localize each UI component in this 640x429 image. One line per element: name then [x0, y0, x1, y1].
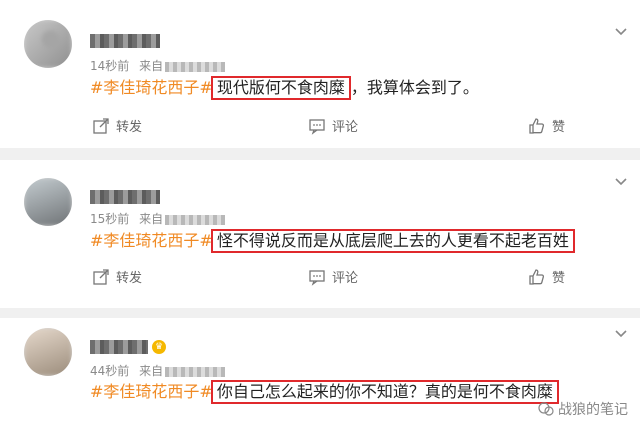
- action-bar: 转发 评论 赞: [0, 116, 640, 136]
- highlighted-text: 现代版何不食肉糜: [210, 76, 351, 100]
- comment-icon: [309, 118, 325, 135]
- post-meta: 15秒前 来自: [90, 210, 226, 227]
- post-time: 44秒前: [90, 364, 130, 378]
- username-redacted[interactable]: [90, 190, 160, 204]
- thumbs-up-icon: [529, 117, 545, 134]
- avatar[interactable]: [24, 20, 72, 68]
- comment-label: 评论: [332, 271, 359, 286]
- username-redacted[interactable]: [90, 340, 148, 354]
- forward-button[interactable]: 转发: [92, 116, 142, 135]
- post-source: 来自: [139, 212, 164, 226]
- source-redacted: [165, 61, 226, 72]
- chevron-down-icon[interactable]: [612, 324, 630, 342]
- forward-label: 转发: [116, 120, 143, 135]
- source-redacted: [165, 214, 226, 225]
- watermark: 战狼的笔记: [538, 399, 628, 419]
- post-time: 14秒前: [90, 59, 130, 73]
- like-label: 赞: [552, 271, 566, 286]
- like-button[interactable]: 赞: [528, 116, 565, 135]
- comment-button[interactable]: 评论: [308, 116, 358, 135]
- comment-text: #李佳琦花西子# 你自己怎么起来的你不知道？真的是何不食肉糜: [90, 380, 559, 404]
- highlighted-text: 怪不得说反而是从底层爬上去的人更看不起老百姓: [210, 229, 575, 253]
- thumbs-up-icon: [529, 268, 545, 285]
- wechat-icon: [538, 402, 554, 416]
- post-source: 来自: [139, 59, 164, 73]
- like-label: 赞: [552, 120, 566, 135]
- post-meta: 14秒前 来自: [90, 57, 226, 74]
- post-meta: 44秒前 来自: [90, 362, 226, 379]
- topic-tag[interactable]: #李佳琦花西子#: [90, 231, 213, 250]
- chevron-down-icon[interactable]: [612, 172, 630, 190]
- action-bar: 转发 评论 赞: [0, 267, 640, 287]
- comment-rest: ，我算体会到了。: [350, 78, 479, 97]
- share-icon: [93, 268, 109, 285]
- share-icon: [93, 117, 109, 134]
- comment-text: #李佳琦花西子# 怪不得说反而是从底层爬上去的人更看不起老百姓: [90, 229, 575, 253]
- chevron-down-icon[interactable]: [612, 22, 630, 40]
- avatar[interactable]: [24, 178, 72, 226]
- username-redacted[interactable]: [90, 34, 160, 48]
- comment-text: #李佳琦花西子# 现代版何不食肉糜 ，我算体会到了。: [90, 76, 479, 100]
- highlighted-text: 你自己怎么起来的你不知道？真的是何不食肉糜: [210, 380, 559, 404]
- comment-card: 15秒前 来自 #李佳琦花西子# 怪不得说反而是从底层爬上去的人更看不起老百姓 转…: [0, 160, 640, 308]
- post-source: 来自: [139, 364, 164, 378]
- comment-label: 评论: [332, 120, 359, 135]
- watermark-text: 战狼的笔记: [558, 402, 628, 418]
- topic-tag[interactable]: #李佳琦花西子#: [90, 78, 213, 97]
- like-button[interactable]: 赞: [528, 267, 565, 286]
- comment-card: 14秒前 来自 #李佳琦花西子# 现代版何不食肉糜 ，我算体会到了。 转发 评论 赞: [0, 0, 640, 148]
- avatar[interactable]: [24, 328, 72, 376]
- comment-button[interactable]: 评论: [308, 267, 358, 286]
- source-redacted: [165, 366, 226, 377]
- comment-icon: [309, 269, 325, 286]
- forward-button[interactable]: 转发: [92, 267, 142, 286]
- post-time: 15秒前: [90, 212, 130, 226]
- forward-label: 转发: [116, 271, 143, 286]
- vip-badge-icon: ♛: [152, 340, 166, 354]
- topic-tag[interactable]: #李佳琦花西子#: [90, 382, 213, 401]
